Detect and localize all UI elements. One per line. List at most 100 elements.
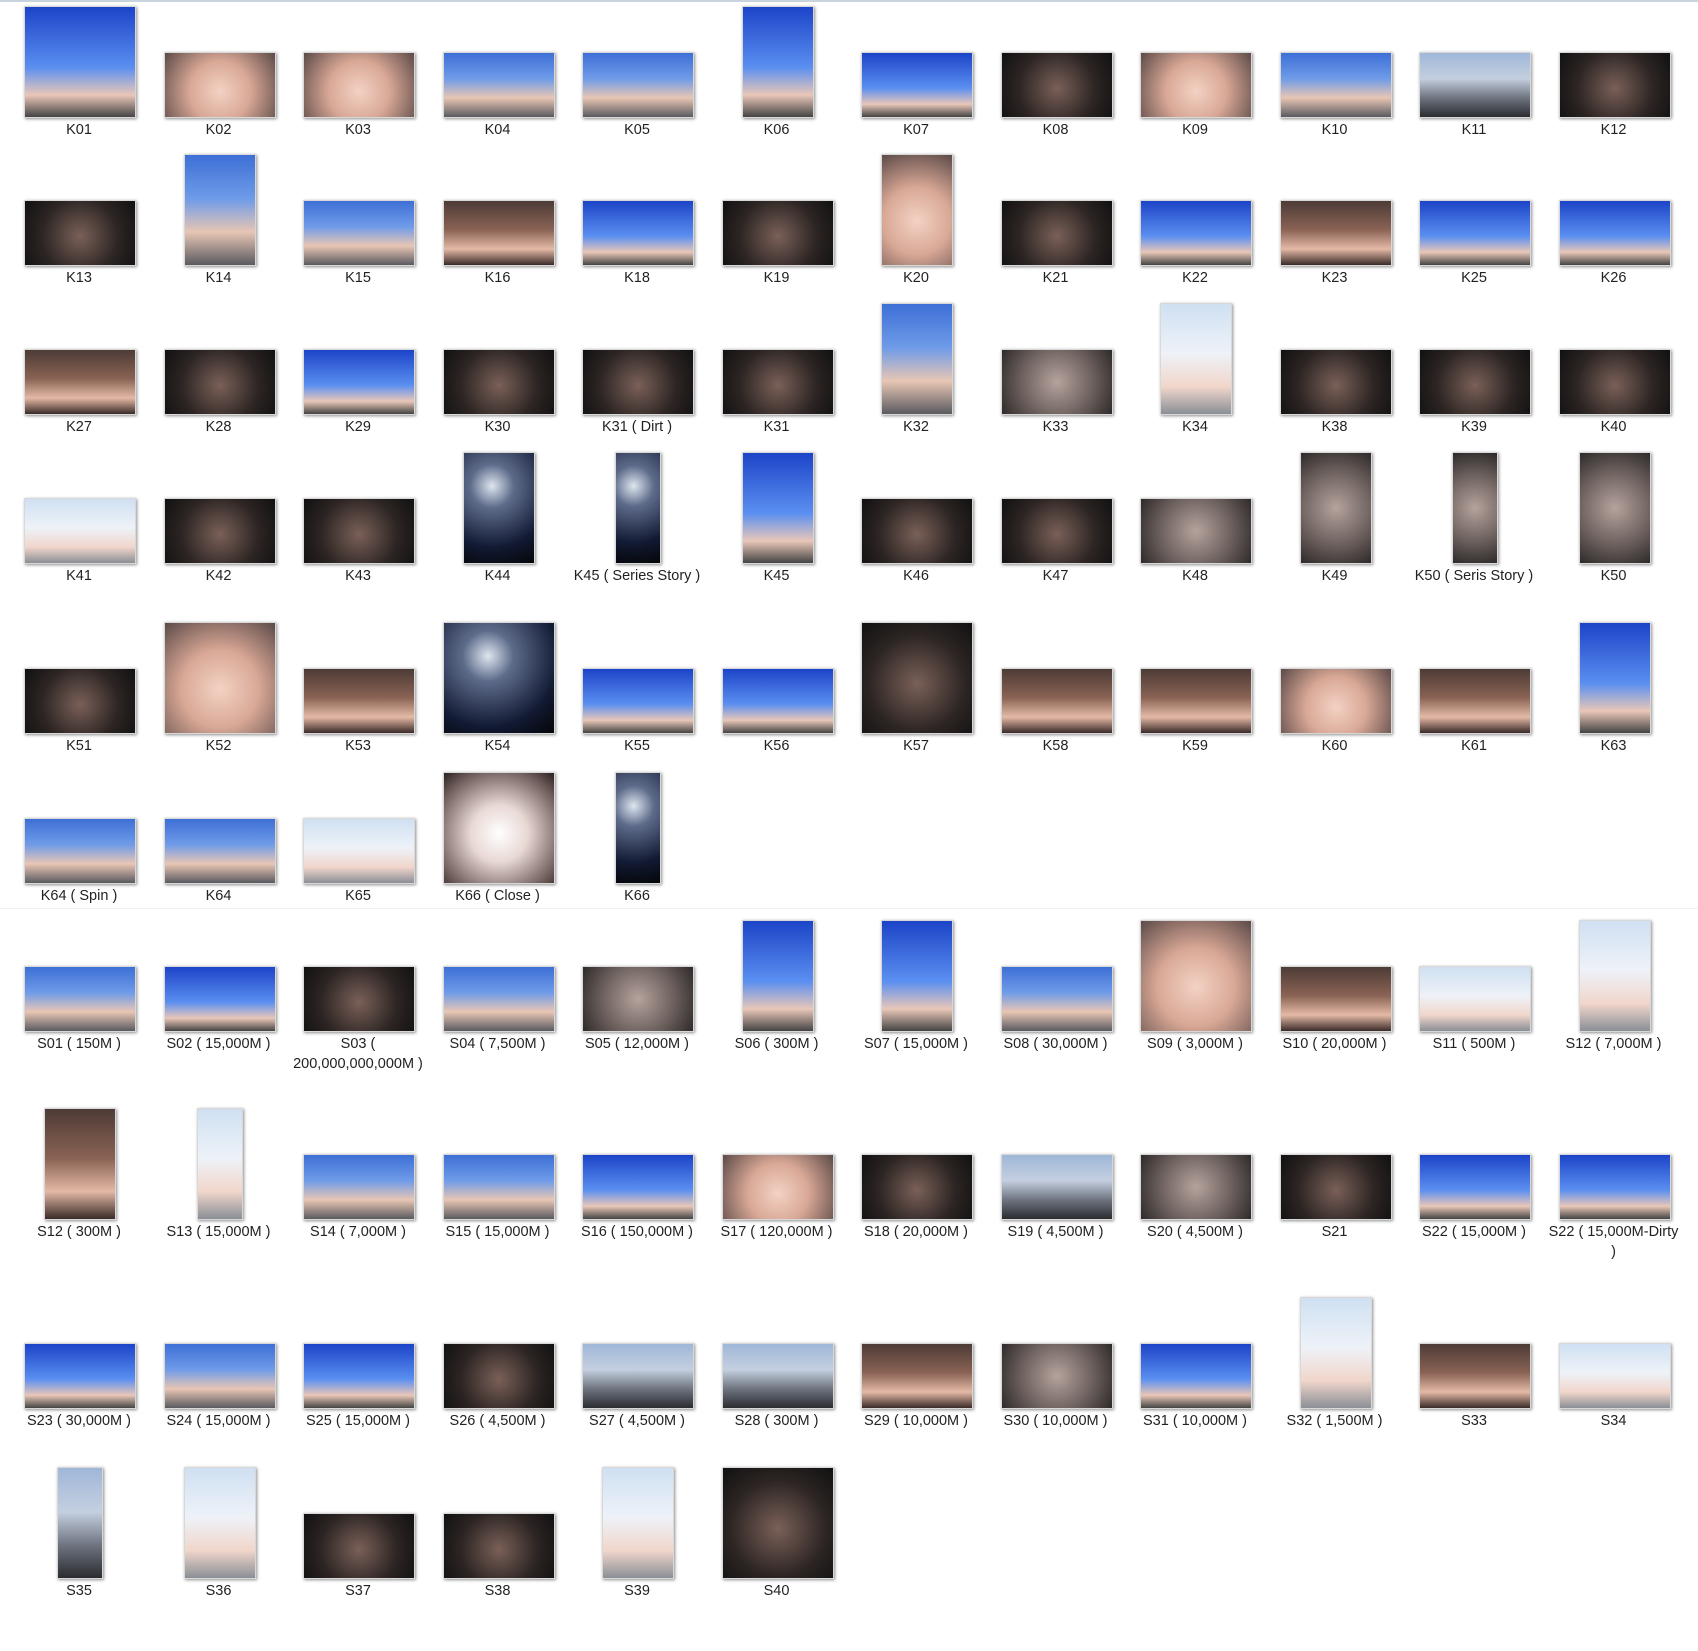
image-thumbnail[interactable] — [1299, 452, 1372, 564]
file-name-label[interactable]: K29 — [293, 417, 423, 437]
file-name-label[interactable]: K48 — [1130, 566, 1260, 586]
file-name-label[interactable]: S16 ( 150,000M ) — [572, 1222, 702, 1242]
file-name-label[interactable]: K12 — [1549, 120, 1679, 140]
image-thumbnail[interactable] — [183, 154, 256, 266]
image-thumbnail[interactable] — [163, 498, 276, 564]
image-thumbnail[interactable] — [183, 1467, 256, 1579]
file-thumbnail-item[interactable]: S19 ( 4,500M ) — [991, 1102, 1121, 1292]
file-thumbnail-item[interactable]: S22 ( 15,000M-Dirty ) — [1549, 1102, 1679, 1292]
file-name-label[interactable]: S08 ( 30,000M ) — [991, 1034, 1121, 1054]
image-thumbnail[interactable] — [1558, 52, 1671, 118]
image-thumbnail[interactable] — [303, 52, 415, 118]
image-thumbnail[interactable] — [1000, 966, 1113, 1032]
image-thumbnail[interactable] — [1419, 1154, 1531, 1220]
file-thumbnail-item[interactable]: K48 — [1130, 446, 1260, 636]
image-thumbnail[interactable] — [1578, 920, 1651, 1032]
file-name-label[interactable]: S17 ( 120,000M ) — [712, 1222, 842, 1242]
image-thumbnail[interactable] — [1279, 966, 1392, 1032]
image-thumbnail[interactable] — [1000, 1154, 1113, 1220]
file-name-label[interactable]: S29 ( 10,000M ) — [851, 1411, 981, 1431]
image-thumbnail[interactable] — [721, 200, 834, 266]
image-thumbnail[interactable] — [303, 200, 415, 266]
file-name-label[interactable]: K52 — [154, 736, 284, 756]
image-thumbnail[interactable] — [1279, 1154, 1392, 1220]
file-name-label[interactable]: K45 ( Series Story ) — [572, 566, 702, 586]
image-thumbnail[interactable] — [1558, 1154, 1671, 1220]
image-thumbnail[interactable] — [1140, 668, 1252, 734]
file-name-label[interactable]: K02 — [154, 120, 284, 140]
file-name-label[interactable]: K59 — [1130, 736, 1260, 756]
image-thumbnail[interactable] — [24, 668, 136, 734]
image-thumbnail[interactable] — [57, 1467, 103, 1579]
image-thumbnail[interactable] — [721, 1467, 834, 1579]
image-thumbnail[interactable] — [1279, 668, 1392, 734]
image-thumbnail[interactable] — [1279, 52, 1392, 118]
file-thumbnail-item[interactable]: S04 ( 7,500M ) — [433, 914, 563, 1104]
file-name-label[interactable]: K56 — [712, 736, 842, 756]
image-thumbnail[interactable] — [24, 1343, 136, 1409]
file-name-label[interactable]: K03 — [293, 120, 423, 140]
image-thumbnail[interactable] — [741, 920, 814, 1032]
file-name-label[interactable]: K47 — [991, 566, 1121, 586]
file-name-label[interactable]: S13 ( 15,000M ) — [154, 1222, 284, 1242]
file-name-label[interactable]: S15 ( 15,000M ) — [433, 1222, 563, 1242]
file-name-label[interactable]: K38 — [1270, 417, 1400, 437]
file-name-label[interactable]: S11 ( 500M ) — [1409, 1034, 1539, 1054]
file-name-label[interactable]: K64 — [154, 886, 284, 906]
image-thumbnail[interactable] — [1160, 303, 1232, 415]
file-thumbnail-item[interactable]: S13 ( 15,000M ) — [154, 1102, 284, 1292]
file-name-label[interactable]: S18 ( 20,000M ) — [851, 1222, 981, 1242]
file-name-label[interactable]: K64 ( Spin ) — [14, 886, 144, 906]
file-thumbnail-item[interactable]: S36 — [154, 1461, 284, 1651]
image-thumbnail[interactable] — [741, 6, 814, 118]
file-thumbnail-item[interactable]: S06 ( 300M ) — [712, 914, 842, 1104]
image-thumbnail[interactable] — [721, 349, 834, 415]
file-name-label[interactable]: S30 ( 10,000M ) — [991, 1411, 1121, 1431]
file-name-label[interactable]: K55 — [572, 736, 702, 756]
image-thumbnail[interactable] — [615, 452, 661, 564]
file-name-label[interactable]: K05 — [572, 120, 702, 140]
file-name-label[interactable]: K18 — [572, 268, 702, 288]
image-thumbnail[interactable] — [163, 349, 276, 415]
image-thumbnail[interactable] — [1140, 200, 1252, 266]
image-thumbnail[interactable] — [303, 966, 415, 1032]
file-thumbnail-item[interactable]: S22 ( 15,000M ) — [1409, 1102, 1539, 1292]
file-name-label[interactable]: S05 ( 12,000M ) — [572, 1034, 702, 1054]
file-thumbnail-item[interactable]: S18 ( 20,000M ) — [851, 1102, 981, 1292]
image-thumbnail[interactable] — [741, 452, 814, 564]
file-name-label[interactable]: K41 — [14, 566, 144, 586]
image-thumbnail[interactable] — [861, 1343, 973, 1409]
image-thumbnail[interactable] — [442, 1513, 555, 1579]
image-thumbnail[interactable] — [1000, 498, 1113, 564]
image-thumbnail[interactable] — [1578, 622, 1651, 734]
file-thumbnail-item[interactable]: K41 — [14, 446, 144, 636]
file-thumbnail-item[interactable]: S15 ( 15,000M ) — [433, 1102, 563, 1292]
file-name-label[interactable]: K07 — [851, 120, 981, 140]
file-name-label[interactable]: K51 — [14, 736, 144, 756]
file-name-label[interactable]: K01 — [14, 120, 144, 140]
image-thumbnail[interactable] — [1140, 1343, 1252, 1409]
file-name-label[interactable]: S27 ( 4,500M ) — [572, 1411, 702, 1431]
image-thumbnail[interactable] — [1140, 920, 1252, 1032]
file-name-label[interactable]: S01 ( 150M ) — [14, 1034, 144, 1054]
file-name-label[interactable]: K32 — [851, 417, 981, 437]
file-name-label[interactable]: K53 — [293, 736, 423, 756]
file-name-label[interactable]: S32 ( 1,500M ) — [1270, 1411, 1400, 1431]
image-thumbnail[interactable] — [1000, 668, 1113, 734]
image-thumbnail[interactable] — [881, 303, 953, 415]
image-thumbnail[interactable] — [1279, 200, 1392, 266]
file-name-label[interactable]: K15 — [293, 268, 423, 288]
image-thumbnail[interactable] — [721, 1343, 834, 1409]
file-name-label[interactable]: K26 — [1549, 268, 1679, 288]
image-thumbnail[interactable] — [442, 349, 555, 415]
image-thumbnail[interactable] — [582, 966, 694, 1032]
file-name-label[interactable]: K19 — [712, 268, 842, 288]
file-thumbnail-item[interactable]: K61 — [1409, 616, 1539, 806]
file-thumbnail-item[interactable]: K49 — [1270, 446, 1400, 636]
image-thumbnail[interactable] — [163, 818, 276, 884]
file-thumbnail-item[interactable]: K50 — [1549, 446, 1679, 636]
file-name-label[interactable]: K21 — [991, 268, 1121, 288]
file-name-label[interactable]: K11 — [1409, 120, 1539, 140]
file-thumbnail-item[interactable]: K45 — [712, 446, 842, 636]
file-name-label[interactable]: K20 — [851, 268, 981, 288]
